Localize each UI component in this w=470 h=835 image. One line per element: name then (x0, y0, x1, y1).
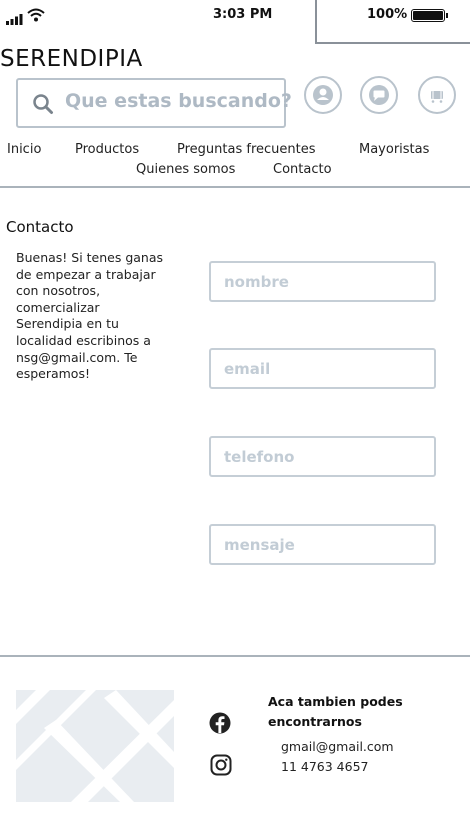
email-input[interactable] (211, 350, 434, 387)
nav-mayoristas[interactable]: Mayoristas (359, 142, 429, 157)
map-placeholder (16, 690, 174, 802)
name-input[interactable] (211, 263, 434, 300)
status-bar: 3:03 PM 100% (0, 0, 470, 44)
search-icon[interactable] (32, 93, 54, 119)
footer-heading: Aca tambien podes encontrarnos (268, 692, 428, 732)
battery-percent: 100% (367, 7, 408, 22)
phone-field[interactable] (209, 436, 436, 477)
cart-icon[interactable] (418, 76, 456, 114)
footer-heading-line: encontrarnos (268, 714, 362, 729)
footer-phone[interactable]: 11 4763 4657 (281, 759, 368, 774)
chat-icon[interactable] (360, 76, 398, 114)
nav-preguntas-frecuentes[interactable]: Preguntas frecuentes (177, 142, 316, 157)
message-input[interactable] (211, 526, 434, 563)
message-field[interactable] (209, 524, 436, 565)
wifi-icon (27, 7, 45, 26)
contact-line: Buenas! Si tenes ganas (16, 250, 164, 265)
user-icon[interactable] (304, 76, 342, 114)
contact-line: con nosotros, (16, 283, 101, 299)
header-divider (0, 186, 470, 188)
contact-description: Buenas! Si tenes ganas de empezar a trab… (16, 250, 196, 383)
contact-line: nsg@gmail.com. Te (16, 349, 138, 365)
battery-icon (411, 9, 448, 22)
nav-contacto[interactable]: Contacto (273, 162, 332, 177)
contact-line: esperamos! (16, 366, 90, 382)
status-time: 3:03 PM (213, 7, 273, 22)
email-field[interactable] (209, 348, 436, 389)
footer-heading-line: Aca tambien podes (268, 694, 403, 709)
footer-divider (0, 655, 470, 657)
footer-email[interactable]: gmail@gmail.com (281, 739, 394, 754)
contact-line: comercializar (16, 299, 100, 315)
search-bar[interactable]: Que estas buscando? (16, 78, 292, 128)
contact-line: Serendipia en tu (16, 316, 119, 332)
contact-line: de empezar a trabajar (16, 266, 156, 282)
contact-line: localidad escribinos a (16, 332, 151, 348)
search-placeholder[interactable]: Que estas buscando? (65, 90, 292, 112)
brand-logo[interactable]: SERENDIPIA (0, 46, 143, 72)
signal-icon (6, 10, 24, 29)
section-title: Contacto (6, 218, 74, 236)
facebook-icon[interactable] (209, 712, 231, 738)
name-field[interactable] (209, 261, 436, 302)
phone-input[interactable] (211, 438, 434, 475)
instagram-icon[interactable] (210, 754, 232, 780)
nav-quienes-somos[interactable]: Quienes somos (136, 162, 235, 177)
nav-inicio[interactable]: Inicio (7, 142, 41, 157)
nav-productos[interactable]: Productos (75, 142, 139, 157)
